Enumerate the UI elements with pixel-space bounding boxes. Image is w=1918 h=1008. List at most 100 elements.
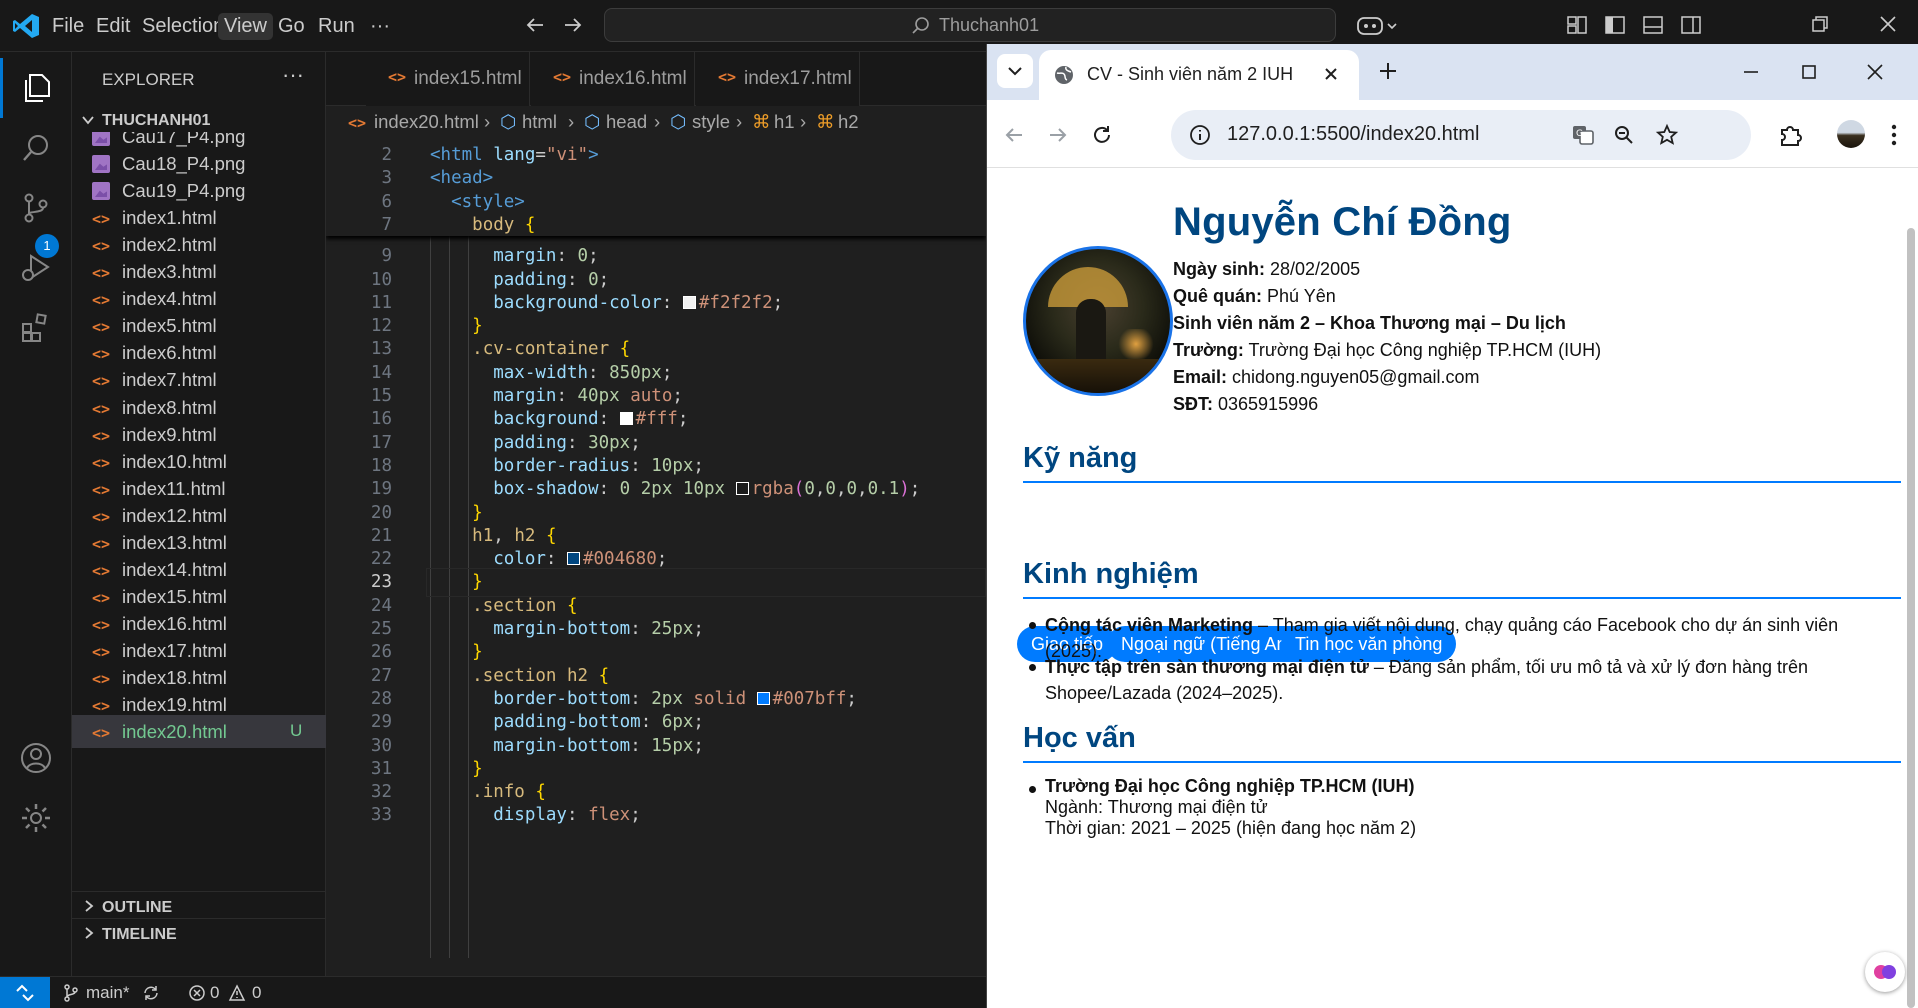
copilot-icon[interactable] xyxy=(1356,14,1400,38)
toggle-secondary-sidebar-icon[interactable] xyxy=(1680,14,1702,36)
error-count[interactable]: 0 xyxy=(210,983,219,1003)
translate-icon[interactable]: G xyxy=(1571,123,1595,147)
element-icon: ⬡ xyxy=(584,111,601,132)
zoom-icon[interactable] xyxy=(1613,124,1635,146)
tab-index15[interactable]: <> index15.html xyxy=(366,52,530,106)
file-name: index2.html xyxy=(122,234,217,255)
menu-view[interactable]: View xyxy=(218,13,273,40)
explorer-activity[interactable] xyxy=(0,58,72,118)
chevron-down-icon xyxy=(1008,67,1022,76)
new-tab-icon[interactable] xyxy=(1377,60,1399,82)
customize-layout-icon[interactable] xyxy=(1566,14,1588,36)
extensions-icon xyxy=(22,313,47,342)
warning-count[interactable]: 0 xyxy=(252,983,261,1003)
outline-section[interactable]: OUTLINE xyxy=(72,891,326,921)
html-file-icon: <> xyxy=(553,68,572,86)
cv-name: Nguyễn Chí Đồng xyxy=(1173,200,1512,244)
search-icon xyxy=(912,17,929,34)
close-window-icon[interactable] xyxy=(1878,14,1898,34)
code-line: box-shadow: 0 2px 10px rgba(0,0,0,0.1); xyxy=(493,479,921,499)
file-name: index13.html xyxy=(122,532,227,553)
file-name: index19.html xyxy=(122,694,227,715)
outline-label: OUTLINE xyxy=(102,899,173,916)
menu-edit[interactable]: Edit xyxy=(90,13,136,40)
info-value: 0365915996 xyxy=(1213,394,1319,414)
bookmark-star-icon[interactable] xyxy=(1655,123,1679,147)
education-time: Thời gian: 2021 – 2025 (hiện đang học nă… xyxy=(1045,818,1417,838)
file-name: index15.html xyxy=(122,586,227,607)
remote-indicator[interactable] xyxy=(0,977,50,1008)
menu-run[interactable]: Run xyxy=(312,13,361,40)
browser-tab-active[interactable]: CV - Sinh viên năm 2 IUH xyxy=(1039,50,1359,100)
forward-arrow-icon[interactable] xyxy=(562,14,584,36)
info-label: Quê quán: xyxy=(1173,286,1262,306)
maximize-icon[interactable] xyxy=(1799,62,1819,82)
breadcrumb-head[interactable]: head xyxy=(606,111,647,133)
close-tab-icon[interactable] xyxy=(1321,64,1341,84)
chevron-right-icon xyxy=(85,900,94,912)
timeline-section[interactable]: TIMELINE xyxy=(72,918,326,948)
run-debug-activity[interactable] xyxy=(0,238,72,298)
manage-activity[interactable] xyxy=(0,788,72,848)
experience-item: Thực tập trên sàn thương mại điện tử – Đ… xyxy=(1029,654,1905,706)
menu-more[interactable]: ··· xyxy=(364,13,396,40)
minimize-icon[interactable] xyxy=(1741,62,1761,82)
accounts-activity[interactable] xyxy=(0,728,72,788)
address-bar[interactable]: 127.0.0.1:5500/index20.html G xyxy=(1171,110,1751,160)
site-info-icon[interactable] xyxy=(1189,124,1211,146)
file-name: index9.html xyxy=(122,424,217,445)
menu-file[interactable]: File xyxy=(46,13,90,40)
code-editor[interactable]: 2 <html lang="vi"> 3 <head> 6 <style> 7 body … xyxy=(326,138,986,978)
globe-icon xyxy=(1055,66,1073,84)
brain-icon xyxy=(1874,965,1896,979)
info-row: Ngày sinh: 28/02/2005 xyxy=(1173,259,1360,280)
file-item[interactable]: <> index20.html U xyxy=(72,715,326,748)
branch-name[interactable]: main* xyxy=(86,983,129,1003)
file-name: index17.html xyxy=(122,640,227,661)
toggle-primary-sidebar-icon[interactable] xyxy=(1604,14,1626,36)
forward-icon[interactable] xyxy=(1047,124,1069,146)
reload-icon[interactable] xyxy=(1091,124,1113,146)
toggle-panel-icon[interactable] xyxy=(1642,14,1664,36)
file-list: Cau17_P4.png Cau18_P4.png Cau19_P4.png <> in… xyxy=(72,132,326,932)
breadcrumb-style[interactable]: style xyxy=(692,111,730,133)
profile-avatar[interactable] xyxy=(1837,120,1865,148)
breadcrumb-h1[interactable]: h1 xyxy=(774,111,795,133)
close-icon[interactable] xyxy=(1865,62,1885,82)
sync-icon[interactable] xyxy=(142,984,160,1002)
assistant-bubble[interactable] xyxy=(1865,952,1905,992)
extensions-puzzle-icon[interactable] xyxy=(1777,122,1803,148)
breadcrumb-file[interactable]: index20.html xyxy=(374,111,479,133)
file-name: index10.html xyxy=(122,451,227,472)
breadcrumb-h2[interactable]: h2 xyxy=(838,111,859,133)
breadcrumb-separator: › xyxy=(654,111,661,132)
folder-header[interactable]: THUCHANH01 xyxy=(72,108,326,134)
restore-window-icon[interactable] xyxy=(1810,14,1830,34)
breadcrumb-file-icon: <> xyxy=(348,114,367,132)
browser-tab-strip: CV - Sinh viên năm 2 IUH xyxy=(987,44,1918,100)
files-icon xyxy=(24,74,50,102)
html-file-icon: <> xyxy=(92,697,111,715)
html-file-icon: <> xyxy=(388,68,407,86)
source-control-activity[interactable] xyxy=(0,178,72,238)
image-file-icon xyxy=(92,155,110,173)
file-name: index3.html xyxy=(122,261,217,282)
tab-index16[interactable]: <> index16.html xyxy=(531,52,695,106)
back-icon[interactable] xyxy=(1003,124,1025,146)
explorer-more-button[interactable]: ··· xyxy=(282,62,304,88)
back-arrow-icon[interactable] xyxy=(524,14,546,36)
education-major: Ngành: Thương mại điện tử xyxy=(1045,797,1268,817)
menu-selection[interactable]: Selection xyxy=(136,13,230,40)
breadcrumb-html[interactable]: html xyxy=(522,111,557,133)
menu-kebab-icon[interactable] xyxy=(1889,122,1899,148)
search-activity[interactable] xyxy=(0,118,72,178)
tab-search-button[interactable] xyxy=(997,54,1033,88)
command-center[interactable]: Thuchanh01 xyxy=(604,8,1336,42)
line-number: 7 xyxy=(381,215,392,235)
scrollbar-thumb[interactable] xyxy=(1907,228,1915,1008)
menu-go[interactable]: Go xyxy=(272,13,311,40)
tab-index17[interactable]: <> index17.html xyxy=(696,52,860,106)
skills-heading: Kỹ năng xyxy=(1023,442,1901,483)
extensions-activity[interactable] xyxy=(0,298,72,358)
info-row: Email: chidong.nguyen05@gmail.com xyxy=(1173,367,1479,388)
